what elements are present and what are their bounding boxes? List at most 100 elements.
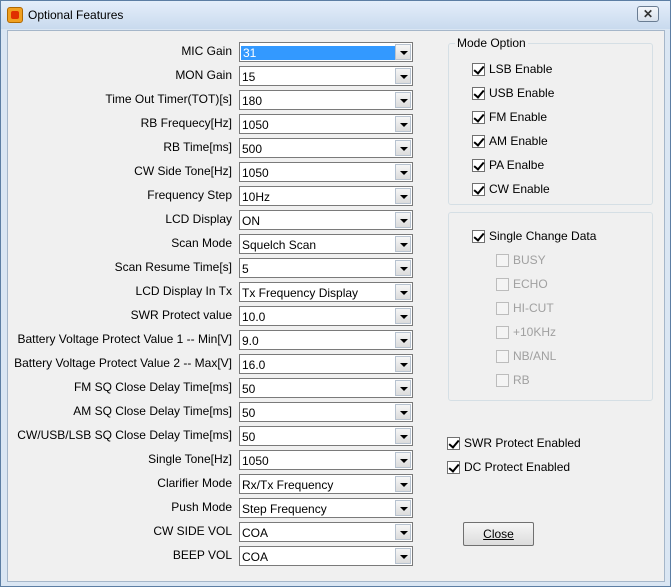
field-value: 1050 xyxy=(242,454,269,468)
title-bar[interactable]: Optional Features ✕ xyxy=(1,1,670,29)
field-value: 31 xyxy=(241,46,395,60)
field-label: RB Frequecy[Hz] xyxy=(140,116,232,130)
lsb-enable-box[interactable] xyxy=(472,63,485,76)
field-select[interactable]: ON xyxy=(239,210,413,230)
field-label: Battery Voltage Protect Value 2 -- Max[V… xyxy=(14,356,232,370)
rb-box xyxy=(496,374,509,387)
chevron-down-icon[interactable] xyxy=(395,284,411,300)
rb-label: RB xyxy=(513,373,530,387)
field-select[interactable]: 500 xyxy=(239,138,413,158)
field-row: MON Gain 15 xyxy=(8,66,413,86)
swr-protect-enabled-box[interactable] xyxy=(447,437,460,450)
field-select[interactable]: 31 xyxy=(239,42,413,62)
lsb-enable-label: LSB Enable xyxy=(489,62,553,76)
field-label: MIC Gain xyxy=(181,44,232,58)
chevron-down-icon[interactable] xyxy=(395,356,411,372)
chevron-down-icon[interactable] xyxy=(395,524,411,540)
field-value: Rx/Tx Frequency xyxy=(242,478,334,492)
field-select[interactable]: Rx/Tx Frequency xyxy=(239,474,413,494)
window-close-button[interactable]: ✕ xyxy=(637,6,659,22)
chevron-down-icon[interactable] xyxy=(395,500,411,516)
field-value: 9.0 xyxy=(242,334,259,348)
field-select[interactable]: 1050 xyxy=(239,162,413,182)
field-select[interactable]: 1050 xyxy=(239,450,413,470)
field-row: CW Side Tone[Hz] 1050 xyxy=(8,162,413,182)
cw-enable-box[interactable] xyxy=(472,183,485,196)
field-label: Scan Mode xyxy=(171,236,232,250)
field-row: AM SQ Close Delay Time[ms] 50 xyxy=(8,402,413,422)
fm-enable-box[interactable] xyxy=(472,111,485,124)
field-select[interactable]: 10Hz xyxy=(239,186,413,206)
chevron-down-icon[interactable] xyxy=(395,188,411,204)
field-select[interactable]: Step Frequency xyxy=(239,498,413,518)
echo-label: ECHO xyxy=(513,277,548,291)
field-row: LCD Display In Tx Tx Frequency Display xyxy=(8,282,413,302)
field-select[interactable]: 1050 xyxy=(239,114,413,134)
chevron-down-icon[interactable] xyxy=(395,260,411,276)
field-select[interactable]: COA xyxy=(239,546,413,566)
swr-protect-enabled-label: SWR Protect Enabled xyxy=(464,436,581,450)
field-value: 50 xyxy=(242,430,256,444)
usb-enable-box[interactable] xyxy=(472,87,485,100)
chevron-down-icon[interactable] xyxy=(395,476,411,492)
field-label: RB Time[ms] xyxy=(163,140,232,154)
field-row: Scan Mode Squelch Scan xyxy=(8,234,413,254)
am-enable-label: AM Enable xyxy=(489,134,548,148)
field-label: LCD Display In Tx xyxy=(135,284,232,298)
chevron-down-icon[interactable] xyxy=(395,140,411,156)
chevron-down-icon[interactable] xyxy=(395,116,411,132)
field-label: MON Gain xyxy=(175,68,232,82)
field-value: 1050 xyxy=(242,166,269,180)
dc-protect-enabled-box[interactable] xyxy=(447,461,460,474)
field-label: SWR Protect value xyxy=(130,308,232,322)
field-select[interactable]: COA xyxy=(239,522,413,542)
field-select[interactable]: 15 xyxy=(239,66,413,86)
field-row: BEEP VOL COA xyxy=(8,546,413,566)
chevron-down-icon[interactable] xyxy=(395,428,411,444)
field-label: Frequency Step xyxy=(147,188,232,202)
pa-enalbe-box[interactable] xyxy=(472,159,485,172)
chevron-down-icon[interactable] xyxy=(395,452,411,468)
chevron-down-icon[interactable] xyxy=(395,332,411,348)
field-row: Battery Voltage Protect Value 2 -- Max[V… xyxy=(8,354,413,374)
chevron-down-icon[interactable] xyxy=(395,68,411,84)
busy-label: BUSY xyxy=(513,253,546,267)
field-select[interactable]: 50 xyxy=(239,402,413,422)
chevron-down-icon[interactable] xyxy=(395,380,411,396)
am-enable-box[interactable] xyxy=(472,135,485,148)
field-row: SWR Protect value 10.0 xyxy=(8,306,413,326)
chevron-down-icon[interactable] xyxy=(395,236,411,252)
chevron-down-icon[interactable] xyxy=(395,548,411,564)
field-row: Battery Voltage Protect Value 1 -- Min[V… xyxy=(8,330,413,350)
field-select[interactable]: Squelch Scan xyxy=(239,234,413,254)
single-change-group: Single Change Data BUSY ECHO HI-CUT +10KHz N… xyxy=(448,212,653,401)
hi-cut-label: HI-CUT xyxy=(513,301,554,315)
chevron-down-icon[interactable] xyxy=(395,164,411,180)
field-value: 180 xyxy=(242,94,263,108)
field-select[interactable]: 180 xyxy=(239,90,413,110)
field-select[interactable]: 5 xyxy=(239,258,413,278)
field-select[interactable]: 50 xyxy=(239,378,413,398)
field-value: ON xyxy=(242,214,260,228)
field-value: 500 xyxy=(242,142,263,156)
field-select[interactable]: Tx Frequency Display xyxy=(239,282,413,302)
field-select[interactable]: 16.0 xyxy=(239,354,413,374)
field-label: LCD Display xyxy=(165,212,232,226)
single-change-data-box[interactable] xyxy=(472,230,485,243)
chevron-down-icon[interactable] xyxy=(395,212,411,228)
field-value: 5 xyxy=(242,262,249,276)
chevron-down-icon[interactable] xyxy=(395,404,411,420)
hi-cut-box xyxy=(496,302,509,315)
chevron-down-icon[interactable] xyxy=(395,44,411,60)
chevron-down-icon[interactable] xyxy=(395,308,411,324)
field-label: AM SQ Close Delay Time[ms] xyxy=(73,404,232,418)
field-label: Single Tone[Hz] xyxy=(148,452,232,466)
usb-enable-label: USB Enable xyxy=(489,86,555,100)
window-title: Optional Features xyxy=(28,8,124,22)
field-select[interactable]: 10.0 xyxy=(239,306,413,326)
field-select[interactable]: 50 xyxy=(239,426,413,446)
cw-enable-label: CW Enable xyxy=(489,182,550,196)
close-button[interactable]: Close xyxy=(463,522,534,546)
field-select[interactable]: 9.0 xyxy=(239,330,413,350)
chevron-down-icon[interactable] xyxy=(395,92,411,108)
